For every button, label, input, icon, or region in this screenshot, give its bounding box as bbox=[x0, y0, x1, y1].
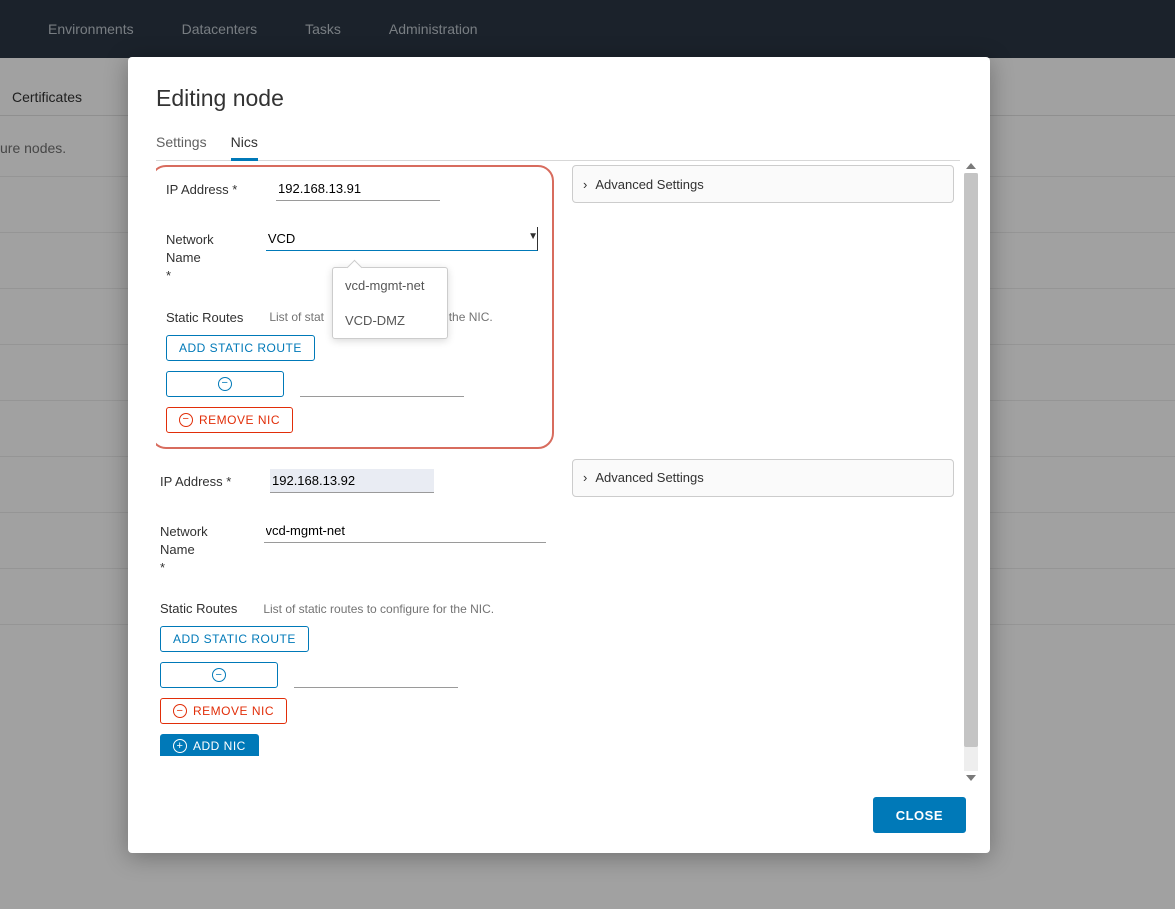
minus-circle-icon: − bbox=[218, 377, 232, 391]
network-name-label: Network Name * bbox=[160, 519, 264, 578]
add-nic-button[interactable]: + ADD NIC bbox=[160, 734, 259, 756]
chevron-down-icon[interactable]: ▼ bbox=[528, 231, 538, 242]
ip-address-input[interactable] bbox=[270, 469, 434, 493]
advanced-settings-toggle[interactable]: › Advanced Settings bbox=[572, 165, 954, 203]
ip-label: IP Address * bbox=[166, 177, 276, 199]
add-static-route-button[interactable]: ADD STATIC ROUTE bbox=[160, 626, 309, 652]
ip-label: IP Address * bbox=[160, 469, 270, 491]
dropdown-option-vcd-mgmt-net[interactable]: vcd-mgmt-net bbox=[333, 268, 447, 303]
static-routes-title: Static Routes bbox=[160, 601, 237, 616]
advanced-settings-toggle[interactable]: › Advanced Settings bbox=[572, 459, 954, 497]
remove-nic-button[interactable]: − REMOVE NIC bbox=[160, 698, 287, 724]
nic-block-2: IP Address * Network Name * bbox=[156, 459, 554, 757]
plus-circle-icon: + bbox=[173, 739, 187, 753]
minus-circle-icon: − bbox=[179, 413, 193, 427]
ip-address-input[interactable] bbox=[276, 177, 440, 201]
scroll-thumb[interactable] bbox=[964, 173, 978, 747]
advanced-settings-label: Advanced Settings bbox=[595, 470, 703, 485]
modal-body: IP Address * Network Name * bbox=[156, 161, 964, 783]
nic-block-1: IP Address * Network Name * bbox=[156, 165, 554, 449]
modal-tabs: Settings Nics bbox=[156, 134, 960, 161]
tab-settings[interactable]: Settings bbox=[156, 134, 207, 160]
modal-title: Editing node bbox=[156, 85, 978, 112]
static-routes-desc: List of static routes to configure for t… bbox=[263, 602, 494, 616]
remove-nic-button[interactable]: − REMOVE NIC bbox=[166, 407, 293, 433]
remove-static-route-button[interactable]: − bbox=[166, 371, 284, 397]
dropdown-option-vcd-dmz[interactable]: VCD-DMZ bbox=[333, 303, 447, 338]
edit-node-modal: Editing node Settings Nics IP Address * bbox=[128, 57, 990, 853]
network-name-input[interactable] bbox=[266, 227, 538, 251]
add-static-route-button[interactable]: ADD STATIC ROUTE bbox=[166, 335, 315, 361]
network-name-input[interactable] bbox=[264, 519, 547, 543]
scrollbar[interactable] bbox=[964, 161, 978, 783]
scroll-up-icon[interactable] bbox=[966, 163, 976, 169]
close-button[interactable]: CLOSE bbox=[873, 797, 966, 833]
chevron-right-icon: › bbox=[583, 470, 587, 485]
minus-circle-icon: − bbox=[173, 704, 187, 718]
scroll-track[interactable] bbox=[964, 173, 978, 771]
minus-circle-icon: − bbox=[212, 668, 226, 682]
network-name-dropdown: vcd-mgmt-net VCD-DMZ bbox=[332, 267, 448, 339]
network-name-label: Network Name * bbox=[166, 227, 266, 286]
tab-nics[interactable]: Nics bbox=[231, 134, 258, 161]
remove-static-route-button[interactable]: − bbox=[160, 662, 278, 688]
scroll-down-icon[interactable] bbox=[966, 775, 976, 781]
static-routes-title: Static Routes bbox=[166, 310, 243, 325]
chevron-right-icon: › bbox=[583, 177, 587, 192]
static-route-input[interactable] bbox=[300, 379, 464, 397]
static-route-input[interactable] bbox=[294, 670, 458, 688]
advanced-settings-label: Advanced Settings bbox=[595, 177, 703, 192]
